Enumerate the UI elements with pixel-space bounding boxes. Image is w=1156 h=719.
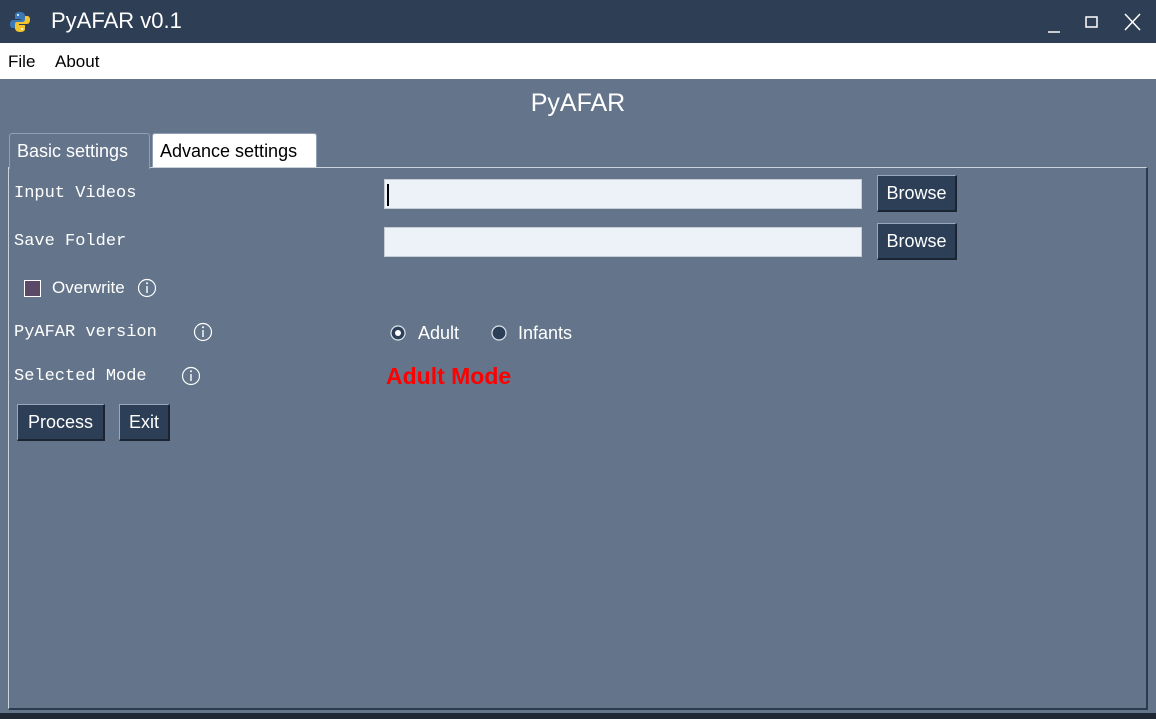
radio-unselected-icon	[491, 325, 507, 341]
minimize-button[interactable]	[1034, 0, 1072, 43]
menu-bar: File About	[0, 43, 1156, 79]
overwrite-label: Overwrite	[52, 278, 125, 297]
radio-adult[interactable]	[390, 325, 406, 341]
input-videos-label: Input Videos	[14, 184, 137, 203]
save-folder-label: Save Folder	[14, 232, 127, 251]
browse-save-folder-button[interactable]: Browse	[877, 223, 957, 260]
window-bottom-edge	[0, 713, 1156, 719]
overwrite-checkbox[interactable]	[24, 280, 41, 297]
text-cursor	[387, 184, 389, 206]
selected-mode-label: Selected Mode	[14, 367, 147, 386]
tab-advance-settings[interactable]: Advance settings	[152, 133, 317, 168]
close-button[interactable]	[1114, 0, 1152, 43]
pyafar-version-label: PyAFAR version	[14, 323, 157, 342]
close-icon	[1124, 13, 1141, 31]
process-button[interactable]: Process	[17, 404, 105, 441]
minimize-icon	[1048, 31, 1060, 33]
info-icon[interactable]	[137, 278, 157, 298]
maximize-button[interactable]	[1072, 0, 1110, 43]
menu-file[interactable]: File	[8, 52, 35, 72]
python-logo-icon	[9, 11, 31, 33]
browse-input-videos-button[interactable]: Browse	[877, 175, 957, 212]
info-icon[interactable]	[193, 322, 213, 342]
radio-adult-label: Adult	[418, 323, 460, 343]
title-bar: PyAFAR v0.1	[0, 0, 1156, 43]
window-title: PyAFAR v0.1	[51, 8, 182, 33]
tab-basic-settings[interactable]: Basic settings	[9, 133, 150, 169]
radio-infants-label: Infants	[518, 323, 573, 343]
radio-selected-icon	[390, 325, 406, 341]
selected-mode-value: Adult Mode	[386, 363, 512, 389]
input-videos-field[interactable]	[384, 179, 862, 209]
radio-infants[interactable]	[491, 325, 507, 341]
app-heading: PyAFAR	[530, 89, 626, 117]
save-folder-field[interactable]	[384, 227, 862, 257]
info-icon[interactable]	[181, 366, 201, 386]
exit-button[interactable]: Exit	[119, 404, 170, 441]
menu-about[interactable]: About	[55, 52, 99, 72]
maximize-icon	[1085, 16, 1098, 28]
